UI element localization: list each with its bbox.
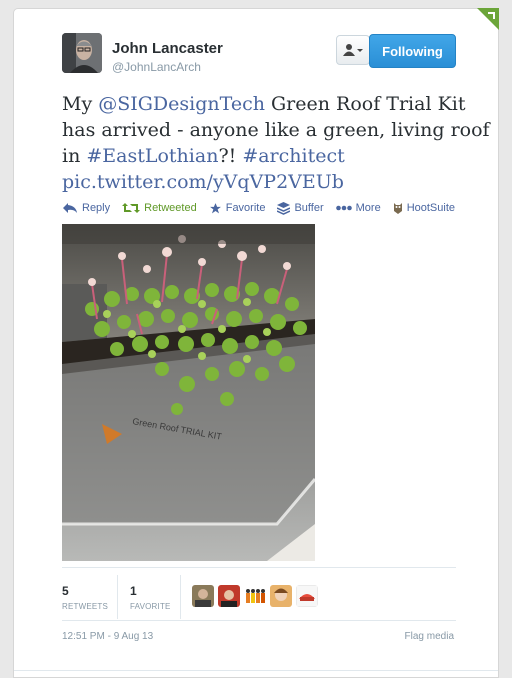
tweet-photo[interactable]: Green Roof TRIAL KIT — [62, 224, 315, 561]
reply-icon — [63, 203, 77, 213]
owl-icon — [393, 203, 402, 214]
flag-media-link[interactable]: Flag media — [405, 631, 454, 642]
divider — [62, 567, 456, 568]
avatar[interactable] — [270, 585, 292, 607]
corner-fold-icon[interactable] — [477, 8, 499, 30]
retweets-stat[interactable]: 5 RETWEETS — [62, 584, 108, 611]
buffer-action[interactable]: Buffer — [277, 201, 324, 215]
green-roof-kit-image: Green Roof TRIAL KIT — [62, 224, 315, 561]
buffer-label: Buffer — [294, 202, 324, 214]
person-icon — [343, 44, 363, 56]
tweet-line-4: pic.twitter.com/yVqVP2VEUb — [62, 169, 482, 195]
more-dots-icon — [335, 205, 352, 211]
divider — [117, 575, 118, 619]
retweeted-action[interactable]: Retweeted — [122, 202, 197, 214]
tweet-line-2: has arrived - anyone like a green, livin… — [62, 117, 490, 143]
star-icon — [209, 202, 221, 213]
retweeted-label: Retweeted — [144, 202, 197, 214]
avatar[interactable] — [62, 33, 102, 73]
user-handle[interactable]: @JohnLancArch — [112, 60, 201, 74]
tweet-line-1: My @SIGDesignTech Green Roof Trial Kit — [62, 91, 482, 117]
tweet-line-3: in #EastLothian?! #architect — [62, 143, 482, 169]
tweet-text-segment: has arrived - anyone like a green, livin… — [62, 119, 490, 141]
retweeter-avatars — [192, 585, 322, 607]
mention-link[interactable]: @SIGDesignTech — [98, 93, 265, 115]
hashtag-link[interactable]: #architect — [242, 145, 344, 167]
tweet-card: John Lancaster @JohnLancArch Following M… — [13, 8, 499, 678]
tweet-text: My @SIGDesignTech Green Roof Trial Kit h… — [62, 91, 490, 195]
pic-link[interactable]: pic.twitter.com/yVqVP2VEUb — [62, 171, 344, 193]
tweet-text-segment: Green Roof Trial Kit — [264, 93, 466, 115]
divider — [180, 575, 181, 619]
retweets-label: RETWEETS — [62, 602, 109, 611]
favorite-action[interactable]: Favorite — [209, 202, 266, 215]
tweet-text-segment: My — [62, 93, 99, 115]
tweet-text-segment: ?! — [218, 145, 243, 167]
divider — [62, 620, 456, 621]
user-name[interactable]: John Lancaster — [112, 40, 223, 57]
retweet-icon — [122, 203, 141, 213]
tweet-timestamp[interactable]: 12:51 PM - 9 Aug 13 — [62, 631, 153, 642]
favorites-label: FAVORITE — [130, 602, 171, 611]
divider — [14, 670, 498, 671]
avatar[interactable] — [218, 585, 240, 607]
favorites-stat[interactable]: 1 FAVORITE — [130, 584, 171, 611]
tweet-text-segment: in — [62, 145, 87, 167]
following-button[interactable]: Following — [369, 34, 456, 68]
retweets-count: 5 — [62, 584, 69, 598]
favorite-label: Favorite — [225, 202, 266, 214]
more-label: More — [355, 202, 381, 214]
tweet-actions: Reply Retweeted Favorite Buffer More Hoo… — [62, 199, 467, 217]
favorites-count: 1 — [130, 584, 137, 598]
hootsuite-label: HootSuite — [406, 202, 455, 214]
hootsuite-action[interactable]: HootSuite — [393, 202, 455, 214]
user-actions-dropdown[interactable] — [336, 35, 370, 65]
reply-label: Reply — [82, 202, 111, 214]
hashtag-link[interactable]: #EastLothian — [86, 145, 218, 167]
reply-action[interactable]: Reply — [62, 202, 110, 214]
avatar[interactable] — [244, 585, 266, 607]
buffer-icon — [277, 201, 291, 215]
avatar[interactable] — [192, 585, 214, 607]
avatar[interactable] — [296, 585, 318, 607]
more-action[interactable]: More — [335, 202, 381, 214]
